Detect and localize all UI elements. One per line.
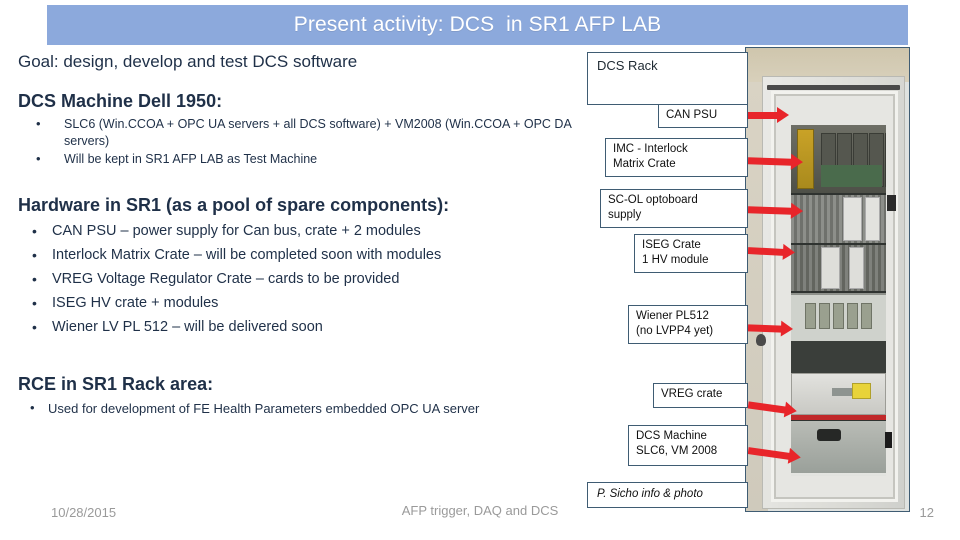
hv-module — [805, 303, 816, 329]
arrow-to-wiener — [747, 324, 783, 333]
connector-block — [817, 429, 841, 441]
door-handle — [887, 195, 896, 211]
red-shelf-bar — [791, 415, 886, 420]
rack-module — [885, 133, 886, 187]
arrow-to-sc-ol — [747, 206, 793, 215]
door-latch — [885, 432, 892, 448]
wall-knob — [756, 334, 766, 346]
arrow-to-can-psu — [748, 107, 789, 123]
hv-module — [861, 303, 872, 329]
page-title: Present activity: DCS in SR1 AFP LAB — [293, 13, 662, 36]
callout-iseg-crate: ISEG Crate 1 HV module — [634, 234, 748, 273]
cabinet-door — [771, 91, 898, 502]
rack-unit-wiener-pl512 — [791, 373, 886, 415]
rack-module — [865, 197, 880, 241]
rack-unit-middle-tray — [791, 421, 886, 473]
cabinet-top-bar — [767, 85, 900, 90]
rack-module — [849, 247, 864, 289]
list-item: SLC6 (Win.CCOA + OPC UA servers + all DC… — [18, 115, 578, 150]
list-item: CAN PSU – power supply for Can bus, crat… — [18, 220, 578, 243]
rack-cabinet — [762, 76, 905, 509]
callout-can-psu: CAN PSU — [658, 104, 748, 128]
rack-backplane — [821, 165, 882, 187]
list-item: Interlock Matrix Crate – will be complet… — [18, 244, 578, 267]
warning-label-icon — [852, 383, 871, 399]
arrow-to-imc — [747, 157, 793, 166]
rack-unit-can-psu — [791, 125, 886, 193]
slide-title-bar: Present activity: DCS in SR1 AFP LAB — [47, 5, 908, 45]
list-item: Used for development of FE Health Parame… — [18, 398, 578, 418]
callout-imc: IMC - Interlock Matrix Crate — [605, 138, 748, 177]
rack-unit-empty — [791, 341, 886, 373]
hv-module — [847, 303, 858, 329]
list-item: Will be kept in SR1 AFP LAB as Test Mach… — [18, 150, 578, 168]
callout-vreg-crate: VREG crate — [653, 383, 748, 408]
list-item: ISEG HV crate + modules — [18, 292, 578, 315]
rce-bullet-list: Used for development of FE Health Parame… — [18, 398, 578, 418]
rack-unit-optoboard-supply — [791, 245, 886, 291]
hv-module — [833, 303, 844, 329]
dcs-machine-heading: DCS Machine Dell 1950: — [18, 91, 223, 111]
goal-line: Goal: design, develop and test DCS softw… — [18, 52, 358, 71]
rack-unit-vreg-crate — [791, 473, 886, 476]
list-item: Wiener LV PL 512 – will be delivered soo… — [18, 316, 578, 339]
callout-dcs-rack: DCS Rack — [587, 52, 748, 105]
footer-deck-title: AFP trigger, DAQ and DCS — [401, 503, 559, 518]
slide-canvas: Present activity: DCS in SR1 AFP LAB Goa… — [0, 0, 960, 540]
footer-page-number: 12 — [919, 505, 934, 520]
callout-sc-ol: SC-OL optoboard supply — [600, 189, 748, 228]
hv-module — [819, 303, 830, 329]
list-item: VREG Voltage Regulator Crate – cards to … — [18, 268, 578, 291]
rack-interior — [791, 125, 886, 476]
rack-unit-interlock-matrix — [791, 195, 886, 243]
rce-heading: RCE in SR1 Rack area: — [18, 374, 214, 394]
rack-module — [843, 197, 862, 241]
rack-unit-iseg-crate — [791, 293, 886, 341]
callout-wiener: Wiener PL512 (no LVPP4 yet) — [628, 305, 748, 344]
left-content-column: Goal: design, develop and test DCS softw… — [18, 52, 578, 419]
hardware-heading: Hardware in SR1 (as a pool of spare comp… — [18, 195, 450, 215]
rack-module — [821, 247, 840, 289]
dcs-machine-bullet-list: SLC6 (Win.CCOA + OPC UA servers + all DC… — [18, 115, 578, 168]
hardware-bullet-list: CAN PSU – power supply for Can bus, crat… — [18, 220, 578, 339]
callout-dcs-machine: DCS Machine SLC6, VM 2008 — [628, 425, 748, 466]
